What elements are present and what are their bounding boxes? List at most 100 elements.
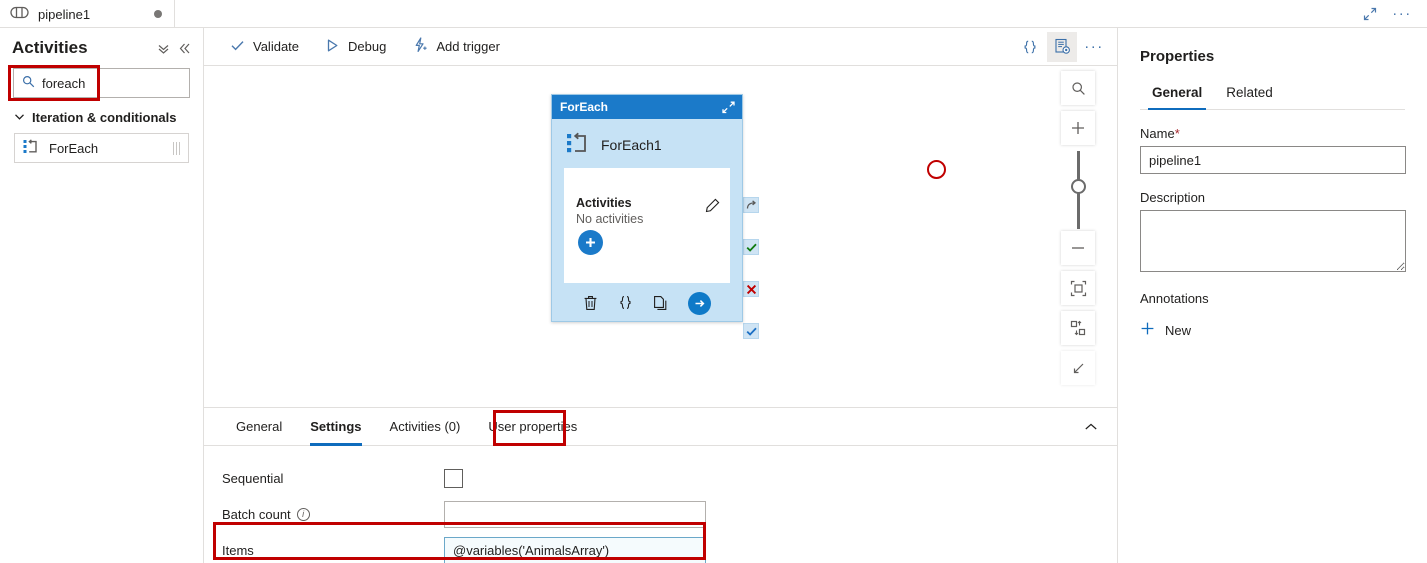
minus-icon xyxy=(1072,247,1084,249)
connector-completion[interactable] xyxy=(743,323,759,339)
zoom-slider-handle[interactable] xyxy=(1071,179,1086,194)
items-label: Items xyxy=(222,542,254,558)
tab-settings-label: Settings xyxy=(310,419,362,434)
validate-button[interactable]: Validate xyxy=(218,32,311,62)
properties-tab-general-label: General xyxy=(1152,85,1203,100)
zoom-in-button[interactable] xyxy=(1061,111,1095,145)
activities-search-box[interactable] xyxy=(13,68,190,98)
chevron-up-icon[interactable] xyxy=(1077,413,1105,441)
foreach-node-name: ForEach1 xyxy=(601,137,662,153)
debug-label: Debug xyxy=(348,39,387,54)
tab-user-properties-label: User properties xyxy=(488,419,578,434)
tab-user-properties[interactable]: User properties xyxy=(474,408,591,446)
checkmark-icon xyxy=(230,38,245,56)
more-ellipsis-icon[interactable]: ··· xyxy=(1389,2,1415,26)
settings-form: Sequential Batch count i Items xyxy=(204,446,1117,563)
pencil-icon[interactable] xyxy=(705,198,720,216)
zoom-slider[interactable] xyxy=(1061,151,1095,229)
add-trigger-button[interactable]: Add trigger xyxy=(400,32,512,62)
tab-activities[interactable]: Activities (0) xyxy=(376,408,475,446)
unsaved-changes-dot xyxy=(154,10,162,18)
toolbar-right-actions: ··· xyxy=(1015,31,1117,62)
zoom-out-button[interactable] xyxy=(1061,231,1095,265)
pipeline-tab[interactable]: pipeline1 xyxy=(0,0,175,28)
bottom-panel-tabs: General Settings Activities (0) User pro… xyxy=(204,408,1117,446)
properties-panel-title: Properties xyxy=(1140,48,1215,65)
batch-count-label-text: Batch count xyxy=(222,506,291,522)
foreach-node-type-label: ForEach xyxy=(560,100,609,114)
properties-panel-tabs: General Related xyxy=(1140,79,1405,110)
curly-braces-icon[interactable] xyxy=(618,295,633,311)
add-annotation-button[interactable]: New xyxy=(1140,321,1191,339)
collapse-canvas-button[interactable] xyxy=(1061,351,1095,385)
trash-icon[interactable] xyxy=(583,295,598,311)
connector-failure[interactable] xyxy=(743,281,759,297)
fit-to-screen-icon xyxy=(1070,280,1086,296)
tab-general[interactable]: General xyxy=(222,408,296,446)
batch-count-input[interactable] xyxy=(444,500,706,528)
red-x-icon xyxy=(746,284,756,294)
blue-check-icon xyxy=(746,327,757,336)
foreach-node-title-row: ForEach1 xyxy=(552,119,742,168)
tab-general-label: General xyxy=(236,419,283,434)
auto-align-button[interactable] xyxy=(1061,311,1095,345)
activities-panel-header-icons xyxy=(157,42,191,55)
play-triangle-icon xyxy=(325,38,340,56)
plus-circle-icon[interactable] xyxy=(578,230,603,255)
grip-icon[interactable] xyxy=(173,141,180,155)
activities-panel-title: Activities xyxy=(12,38,88,57)
collapse-arrow-icon xyxy=(1073,363,1083,373)
chevron-down-icon xyxy=(14,110,25,125)
tab-settings[interactable]: Settings xyxy=(296,408,375,446)
collapse-diagonal-icon[interactable] xyxy=(721,100,736,115)
pipeline-description-textarea[interactable] xyxy=(1140,210,1406,272)
batch-count-label: Batch count i xyxy=(222,507,444,522)
tab-activities-label: Activities (0) xyxy=(389,419,461,434)
properties-panel: Properties General Related Name* Descrip… xyxy=(1117,28,1427,563)
items-input[interactable] xyxy=(444,536,706,563)
properties-tab-related-label: Related xyxy=(1226,85,1273,100)
activities-panel: Activities foreach Iteration & condition… xyxy=(0,28,204,563)
name-field-label-text: Name xyxy=(1140,126,1175,141)
field-batch-count: Batch count i xyxy=(204,496,1117,532)
activity-item-label: ForEach xyxy=(49,140,99,156)
expand-diagonal-icon[interactable] xyxy=(1357,2,1383,26)
connector-success[interactable] xyxy=(743,239,759,255)
copy-icon[interactable] xyxy=(653,295,668,311)
fit-to-screen-button[interactable] xyxy=(1061,271,1095,305)
arrow-right-circle-icon[interactable] xyxy=(688,291,711,315)
activity-group-label: Iteration & conditionals xyxy=(32,110,177,125)
required-asterisk: * xyxy=(1174,126,1180,141)
double-chevron-down-icon[interactable] xyxy=(157,42,170,55)
debug-button[interactable]: Debug xyxy=(313,32,398,62)
search-input[interactable] xyxy=(42,75,181,91)
sequential-label: Sequential xyxy=(222,470,284,486)
pipeline-tab-label: pipeline1 xyxy=(38,6,91,22)
double-chevron-left-icon[interactable] xyxy=(178,42,191,55)
more-ellipsis-icon[interactable]: ··· xyxy=(1079,32,1109,62)
green-check-icon xyxy=(746,243,757,252)
add-annotation-label: New xyxy=(1165,322,1192,338)
connector-skip[interactable] xyxy=(743,197,759,213)
activity-group-iteration-conditionals[interactable]: Iteration & conditionals xyxy=(0,98,203,133)
pipeline-icon xyxy=(10,6,29,22)
foreach-node-header: ForEach xyxy=(552,95,742,119)
pipeline-toolbar: Validate Debug Add trigger ··· xyxy=(204,28,1117,66)
adf-pipeline-editor: pipeline1 ··· Activities foreach Iterati… xyxy=(0,0,1427,563)
info-circle-icon[interactable]: i xyxy=(296,507,310,521)
pipeline-name-input[interactable] xyxy=(1140,146,1406,174)
description-field-label: Description xyxy=(1140,190,1206,205)
field-sequential: Sequential xyxy=(204,460,1117,496)
lightning-plus-icon xyxy=(412,37,428,56)
curly-braces-icon[interactable] xyxy=(1015,32,1045,62)
main-area: Validate Debug Add trigger ··· ForEach F… xyxy=(204,28,1117,563)
foreach-node[interactable]: ForEach ForEach1 Activities No activitie… xyxy=(551,94,743,322)
properties-document-icon[interactable] xyxy=(1047,31,1077,62)
zoom-search-icon[interactable] xyxy=(1061,71,1095,105)
validate-label: Validate xyxy=(253,39,300,54)
sequential-checkbox[interactable] xyxy=(444,468,463,488)
activity-item-foreach[interactable]: ForEach xyxy=(14,133,189,163)
properties-tab-general[interactable]: General xyxy=(1140,79,1214,110)
pipeline-canvas[interactable]: ForEach ForEach1 Activities No activitie… xyxy=(204,66,1117,408)
properties-tab-related[interactable]: Related xyxy=(1214,79,1285,109)
